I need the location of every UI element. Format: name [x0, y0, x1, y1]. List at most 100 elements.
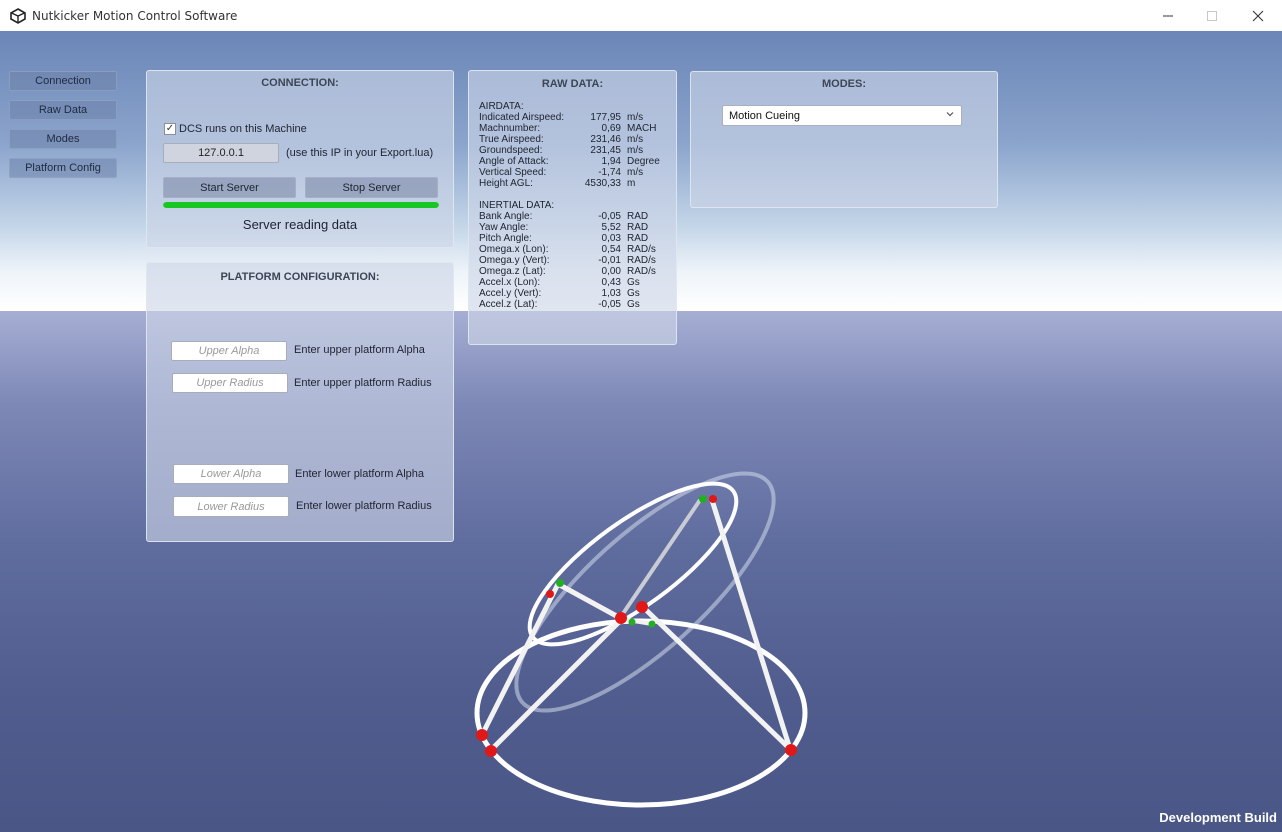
raw-row-label: Groundspeed: — [479, 145, 543, 156]
start-server-button[interactable]: Start Server — [163, 177, 296, 198]
raw-row-unit: Gs — [627, 299, 640, 310]
raw-row-value: 0,54 — [601, 244, 621, 255]
raw-row-label: Omega.z (Lat): — [479, 266, 546, 277]
start-server-label: Start Server — [200, 181, 259, 194]
raw-row-unit: Degree — [627, 156, 660, 167]
modes-title: MODES: — [822, 78, 866, 90]
nav-modes-label: Modes — [46, 133, 80, 145]
raw-row-unit: m/s — [627, 112, 644, 123]
ip-address-value: 127.0.0.1 — [198, 147, 244, 159]
raw-row-value: -1,74 — [598, 167, 621, 178]
dcs-local-checkbox[interactable]: ✓ — [164, 123, 176, 135]
mode-select-value: Motion Cueing — [729, 109, 800, 122]
upper-radius-placeholder: Upper Radius — [196, 377, 264, 389]
raw-row-unit: m/s — [627, 145, 644, 156]
server-status-text: Server reading data — [242, 217, 358, 232]
upper-alpha-placeholder: Upper Alpha — [198, 345, 260, 357]
raw-row-value: 4530,33 — [584, 178, 621, 189]
joint-marker — [699, 495, 707, 503]
raw-row-label: Omega.x (Lon): — [479, 244, 549, 255]
unity-logo-icon — [10, 7, 26, 24]
raw-row-unit: RAD — [627, 233, 649, 244]
modes-panel: MODES: Motion Cueing — [690, 71, 998, 208]
lower-alpha-label: Enter lower platform Alpha — [295, 468, 425, 480]
raw-row-unit: Gs — [627, 277, 640, 288]
raw-row-unit: m/s — [627, 134, 644, 145]
raw-data-title: RAW DATA: — [541, 78, 604, 90]
close-button[interactable] — [1235, 0, 1281, 31]
raw-row-value: 231,45 — [590, 145, 621, 156]
maximize-button[interactable] — [1189, 0, 1235, 31]
raw-row-label: Yaw Angle: — [479, 222, 529, 233]
joint-marker — [709, 495, 717, 503]
upper-alpha-label: Enter upper platform Alpha — [294, 344, 425, 356]
raw-row-unit: m — [627, 178, 636, 189]
raw-row-unit: RAD/s — [627, 255, 656, 266]
raw-row-value: 177,95 — [590, 112, 621, 123]
window-title: Nutkicker Motion Control Software — [32, 8, 238, 23]
raw-row-unit: MACH — [627, 123, 657, 134]
raw-row-label: Bank Angle: — [479, 211, 533, 222]
minimize-button[interactable] — [1145, 0, 1191, 31]
raw-row-value: -0,05 — [598, 299, 621, 310]
maximize-icon — [1207, 10, 1217, 21]
nav-modes-button[interactable]: Modes — [9, 129, 117, 149]
raw-row-unit: m/s — [627, 167, 644, 178]
raw-row-label: Accel.y (Vert): — [479, 288, 542, 299]
raw-row-label: Height AGL: — [479, 178, 533, 189]
connection-panel-title: CONNECTION: — [261, 77, 339, 89]
joint-marker — [615, 612, 627, 624]
platform-config-title: PLATFORM CONFIGURATION: — [220, 271, 380, 283]
lower-radius-label: Enter lower platform Radius — [296, 500, 432, 512]
stop-server-button[interactable]: Stop Server — [305, 177, 438, 198]
lower-alpha-input[interactable]: Lower Alpha — [173, 464, 289, 484]
nav-raw-data-button[interactable]: Raw Data — [9, 100, 117, 120]
raw-row-unit: RAD — [627, 211, 649, 222]
raw-row-value: 1,94 — [601, 156, 621, 167]
raw-row-label: Indicated Airspeed: — [479, 112, 565, 123]
raw-row-label: Accel.z (Lat): — [479, 299, 538, 310]
nav-connection-label: Connection — [35, 75, 91, 87]
raw-row-unit: Gs — [627, 288, 640, 299]
raw-row-label: Vertical Speed: — [479, 167, 547, 178]
raw-row-value: 231,46 — [590, 134, 621, 145]
upper-radius-input[interactable]: Upper Radius — [172, 373, 288, 393]
scene-viewport[interactable]: Connection Raw Data Modes Platform Confi… — [0, 31, 1282, 832]
joint-marker — [546, 590, 554, 598]
joint-marker — [556, 579, 564, 587]
raw-row-value: -0,05 — [598, 211, 621, 222]
joint-marker — [485, 745, 497, 757]
raw-row-value: 5,52 — [601, 222, 621, 233]
raw-row-unit: RAD — [627, 222, 649, 233]
mode-select[interactable]: Motion Cueing — [722, 105, 962, 126]
chevron-down-icon — [946, 112, 954, 117]
minimize-icon — [1163, 15, 1173, 16]
joint-marker — [648, 620, 656, 628]
dcs-local-label: DCS runs on this Machine — [179, 123, 307, 135]
raw-row-value: 0,00 — [601, 266, 621, 277]
raw-row-value: -0,01 — [598, 255, 621, 266]
lower-radius-input[interactable]: Lower Radius — [173, 496, 289, 517]
connection-panel: CONNECTION: ✓ DCS runs on this Machine 1… — [146, 70, 454, 248]
upper-alpha-input[interactable]: Upper Alpha — [171, 341, 287, 361]
raw-row-label: True Airspeed: — [479, 134, 544, 145]
raw-row-value: 1,03 — [601, 288, 621, 299]
upper-radius-label: Enter upper platform Radius — [294, 377, 432, 389]
development-build-label: Development Build — [1159, 810, 1277, 825]
joint-marker — [476, 729, 488, 741]
raw-row-value: 0,03 — [601, 233, 621, 244]
checkmark-icon: ✓ — [165, 123, 175, 134]
platform-config-panel: PLATFORM CONFIGURATION: Upper Alpha Ente… — [146, 262, 454, 542]
nav-platform-config-button[interactable]: Platform Config — [9, 158, 117, 178]
raw-row-value: 0,69 — [601, 123, 621, 134]
joint-marker — [636, 601, 648, 613]
raw-row-label: Machnumber: — [479, 123, 541, 134]
raw-row-label: Accel.x (Lon): — [479, 277, 541, 288]
lower-alpha-placeholder: Lower Alpha — [200, 468, 262, 480]
nav-connection-button[interactable]: Connection — [9, 71, 117, 91]
joint-marker — [785, 744, 797, 756]
ip-address-field[interactable]: 127.0.0.1 — [163, 143, 279, 163]
nav-raw-data-label: Raw Data — [38, 104, 88, 116]
raw-data-panel: RAW DATA: AIRDATA: Indicated Airspeed: 17… — [468, 70, 677, 345]
joint-marker — [628, 618, 636, 626]
